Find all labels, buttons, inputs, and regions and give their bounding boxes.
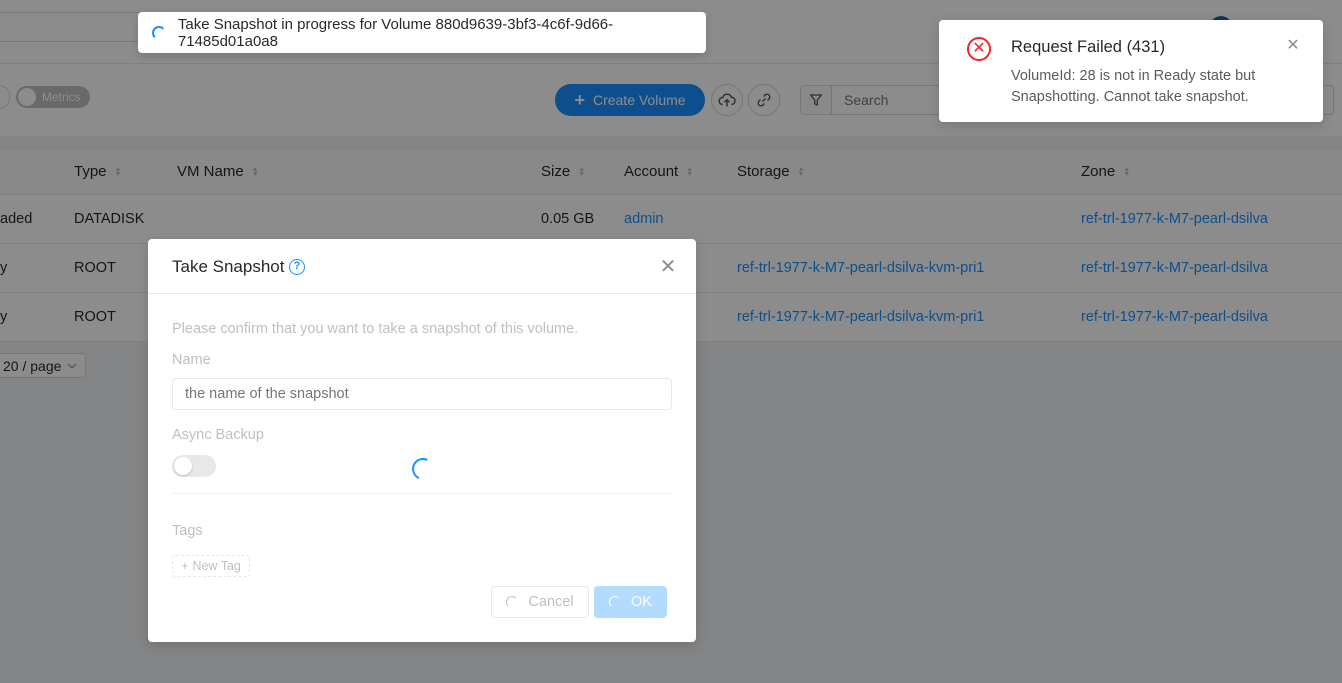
notification-close-icon[interactable]: ✕: [1284, 37, 1302, 55]
loading-message-text: Take Snapshot in progress for Volume 880…: [177, 15, 614, 50]
form-loading-spinner-icon: [408, 454, 438, 484]
question-circle-icon[interactable]: ?: [289, 259, 305, 275]
async-backup-label: Async Backup: [172, 427, 264, 443]
modal-close-icon[interactable]: ✕: [658, 257, 678, 277]
modal-header: Take Snapshot ? ✕: [148, 239, 696, 294]
error-notification: ✕ Request Failed (431) VolumeId: 28 is n…: [939, 20, 1323, 122]
async-backup-toggle-knob: [174, 457, 192, 475]
tags-label: Tags: [172, 523, 203, 539]
new-tag-label: New Tag: [192, 559, 241, 573]
take-snapshot-modal: Take Snapshot ? ✕ Please confirm that yo…: [148, 239, 696, 642]
snapshot-name-input[interactable]: [172, 378, 672, 410]
cancel-label: Cancel: [528, 594, 574, 610]
cancel-button[interactable]: Cancel: [491, 586, 589, 618]
async-backup-toggle[interactable]: [172, 455, 216, 477]
modal-title: Take Snapshot: [172, 257, 285, 276]
ok-button[interactable]: OK: [594, 586, 667, 618]
plus-icon: +: [181, 559, 189, 573]
notification-title: Request Failed (431): [1011, 38, 1166, 56]
new-tag-button[interactable]: + New Tag: [172, 555, 250, 577]
loading-message: Take Snapshot in progress for Volume 880…: [138, 12, 706, 53]
loading-spinner-icon: [609, 596, 622, 608]
loading-spinner-icon: [152, 25, 166, 40]
loading-spinner-icon: [506, 596, 519, 608]
form-divider: [172, 493, 672, 494]
confirm-text: Please confirm that you want to take a s…: [172, 321, 579, 337]
ok-label: OK: [631, 594, 652, 610]
name-label: Name: [172, 352, 211, 368]
notification-description: VolumeId: 28 is not in Ready state but S…: [1011, 68, 1256, 105]
close-circle-icon: ✕: [967, 37, 991, 61]
